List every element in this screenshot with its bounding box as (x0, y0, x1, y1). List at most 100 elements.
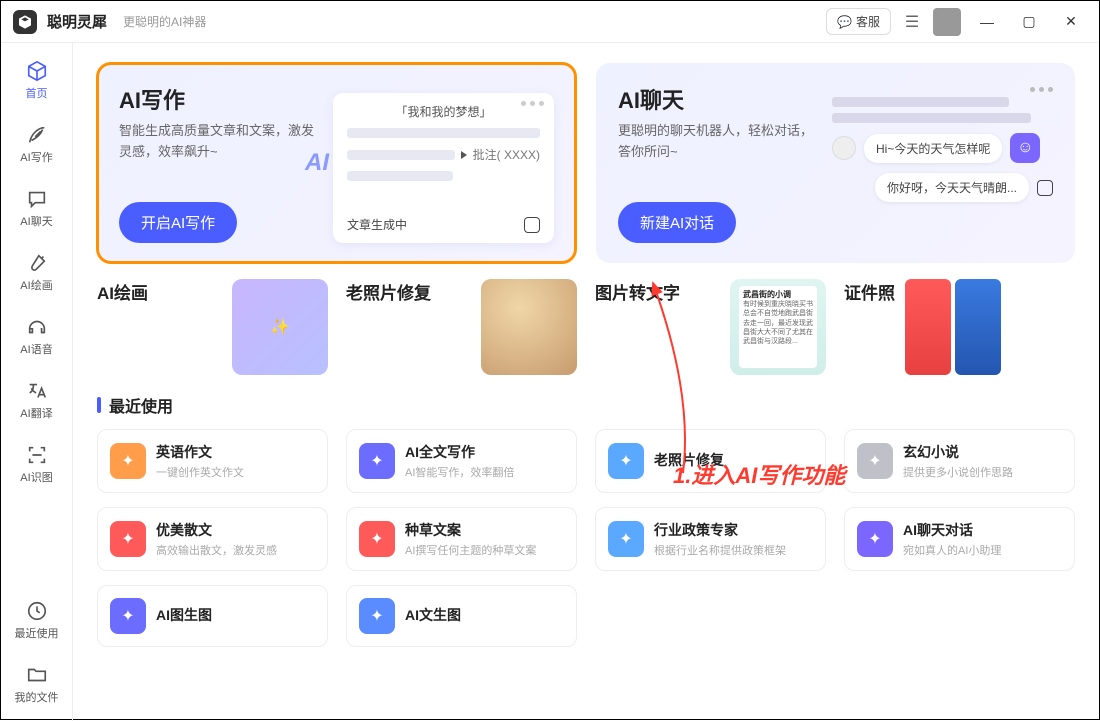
chat-bubble-icon (25, 187, 49, 211)
recent-item[interactable]: ✦ AI文生图 (346, 585, 577, 647)
new-chat-button[interactable]: 新建AI对话 (618, 202, 736, 243)
recent-item[interactable]: ✦ AI图生图 (97, 585, 328, 647)
sidebar-item-label: AI语音 (20, 341, 52, 357)
avatar[interactable] (933, 8, 961, 36)
recent-item-desc: 高效输出散文，激发灵感 (156, 542, 277, 558)
recent-item-title: AI聊天对话 (903, 520, 1001, 540)
recent-item-icon: ✦ (608, 443, 644, 479)
app-subtitle: 更聪明的AI神器 (123, 13, 206, 30)
tile-thumb: 武昌街的小调 有时候到重庆晓晓买书总会不自觉地跑武昌街去走一回，最近发现武昌街大… (730, 279, 826, 375)
app-logo (13, 10, 37, 34)
chat-bubble: 你好呀，今天天气晴朗... (875, 173, 1029, 202)
recent-item-title: 玄幻小说 (903, 442, 1013, 462)
recent-item-desc: 一键创作英文作文 (156, 464, 244, 480)
recent-item-icon: ✦ (110, 521, 146, 557)
recent-item-title: 优美散文 (156, 520, 277, 540)
tile-title: 老照片修复 (346, 279, 431, 304)
tile-title: 图片转文字 (595, 279, 680, 304)
chat-icon: 💬 (837, 15, 852, 29)
menu-icon[interactable]: ☰ (901, 11, 923, 33)
recent-item-desc: AI撰写任何主题的种草文案 (405, 542, 536, 558)
sidebar-item-home[interactable]: 首页 (1, 55, 72, 105)
sidebar-item-label: 首页 (26, 85, 48, 101)
translate-icon (25, 379, 49, 403)
recent-item-desc: AI智能写作，效率翻倍 (405, 464, 514, 480)
sidebar-item-paint[interactable]: AI绘画 (1, 247, 72, 297)
recent-item[interactable]: ✦ 种草文案 AI撰写任何主题的种草文案 (346, 507, 577, 571)
hero-ai-chat[interactable]: AI聊天 更聪明的聊天机器人，轻松对话，答你所问~ 新建AI对话 Hi~今天的天… (596, 63, 1075, 263)
sidebar-item-label: AI翻译 (20, 405, 52, 421)
sidebar-item-label: AI写作 (20, 149, 52, 165)
recent-item[interactable]: ✦ 玄幻小说 提供更多小说创作思路 (844, 429, 1075, 493)
recent-item-title: 行业政策专家 (654, 520, 786, 540)
sidebar-item-label: AI识图 (20, 469, 52, 485)
support-button[interactable]: 💬 客服 (826, 8, 891, 35)
minimize-button[interactable]: — (971, 14, 1003, 30)
sidebar: 首页 AI写作 AI聊天 AI绘画 AI语音 AI翻译 AI识图 最 (1, 43, 73, 721)
robot-icon: ☺ (1010, 133, 1040, 163)
sidebar-item-chat[interactable]: AI聊天 (1, 183, 72, 233)
recent-item-icon: ✦ (359, 443, 395, 479)
preview-status: 文章生成中 (347, 216, 407, 233)
scan-icon (25, 443, 49, 467)
tile-thumb (905, 279, 1001, 375)
feather-icon (25, 123, 49, 147)
tile-thumb: ✨ (232, 279, 328, 375)
recent-item-icon: ✦ (110, 443, 146, 479)
tile-ocr[interactable]: 图片转文字 武昌街的小调 有时候到重庆晓晓买书总会不自觉地跑武昌街去走一回，最近… (595, 279, 826, 375)
recent-item-title: AI图生图 (156, 605, 212, 625)
recent-item-icon: ✦ (857, 443, 893, 479)
recent-item-icon: ✦ (359, 521, 395, 557)
tile-title: AI绘画 (97, 279, 148, 304)
recent-item-icon: ✦ (110, 598, 146, 634)
recent-item-desc: 根据行业名称提供政策框架 (654, 542, 786, 558)
section-bar-icon (97, 397, 101, 413)
recent-item-icon: ✦ (857, 521, 893, 557)
sidebar-item-label: AI聊天 (20, 213, 52, 229)
sidebar-item-label: AI绘画 (20, 277, 52, 293)
cube-icon (25, 59, 49, 83)
recent-item-title: 老照片修复 (654, 450, 724, 470)
recent-item-title: AI全文写作 (405, 442, 514, 462)
sidebar-item-files[interactable]: 我的文件 (1, 659, 72, 709)
sidebar-item-label: 我的文件 (15, 689, 59, 705)
recent-item[interactable]: ✦ 优美散文 高效输出散文，激发灵感 (97, 507, 328, 571)
recent-item[interactable]: ✦ AI聊天对话 宛如真人的AI小助理 (844, 507, 1075, 571)
hexagon-icon (524, 217, 540, 233)
tile-thumb (481, 279, 577, 375)
clock-icon (25, 599, 49, 623)
headphone-icon (25, 315, 49, 339)
tile-ai-paint[interactable]: AI绘画 ✨ (97, 279, 328, 375)
hero-title: AI写作 (119, 83, 319, 115)
recent-item[interactable]: ✦ 老照片修复 (595, 429, 826, 493)
hero-ai-writing[interactable]: AI写作 智能生成高质量文章和文案，激发灵感，效率飙升~ 开启AI写作 AI 「… (97, 63, 576, 263)
recent-item[interactable]: ✦ 行业政策专家 根据行业名称提供政策框架 (595, 507, 826, 571)
recent-item-desc: 提供更多小说创作思路 (903, 464, 1013, 480)
recent-item[interactable]: ✦ 英语作文 一键创作英文作文 (97, 429, 328, 493)
close-button[interactable]: ✕ (1055, 13, 1087, 30)
doc-title: 武昌街的小调 (743, 290, 813, 300)
ai-badge: AI (305, 149, 329, 177)
preview-status-row: 文章生成中 (347, 216, 540, 233)
recent-item-title: 英语作文 (156, 442, 244, 462)
chat-bubble: Hi~今天的天气怎样呢 (864, 134, 1002, 163)
support-label: 客服 (856, 13, 880, 30)
recent-item-title: 种草文案 (405, 520, 536, 540)
tile-title: 证件照 (844, 279, 895, 304)
brush-icon (25, 251, 49, 275)
section-title: 最近使用 (109, 393, 173, 417)
tile-photo-restore[interactable]: 老照片修复 (346, 279, 577, 375)
sidebar-item-voice[interactable]: AI语音 (1, 311, 72, 361)
sidebar-item-vision[interactable]: AI识图 (1, 439, 72, 489)
recent-item[interactable]: ✦ AI全文写作 AI智能写作，效率翻倍 (346, 429, 577, 493)
sidebar-item-recent[interactable]: 最近使用 (1, 595, 72, 645)
tile-id-photo[interactable]: 证件照 (844, 279, 1075, 375)
start-writing-button[interactable]: 开启AI写作 (119, 202, 237, 243)
user-avatar-icon (832, 136, 856, 160)
sidebar-item-writing[interactable]: AI写作 (1, 119, 72, 169)
sidebar-item-translate[interactable]: AI翻译 (1, 375, 72, 425)
hero-desc: 更聪明的聊天机器人，轻松对话，答你所问~ (618, 121, 818, 163)
maximize-button[interactable]: ▢ (1013, 13, 1045, 30)
play-icon (461, 151, 467, 159)
sidebar-item-label: 最近使用 (15, 625, 59, 641)
